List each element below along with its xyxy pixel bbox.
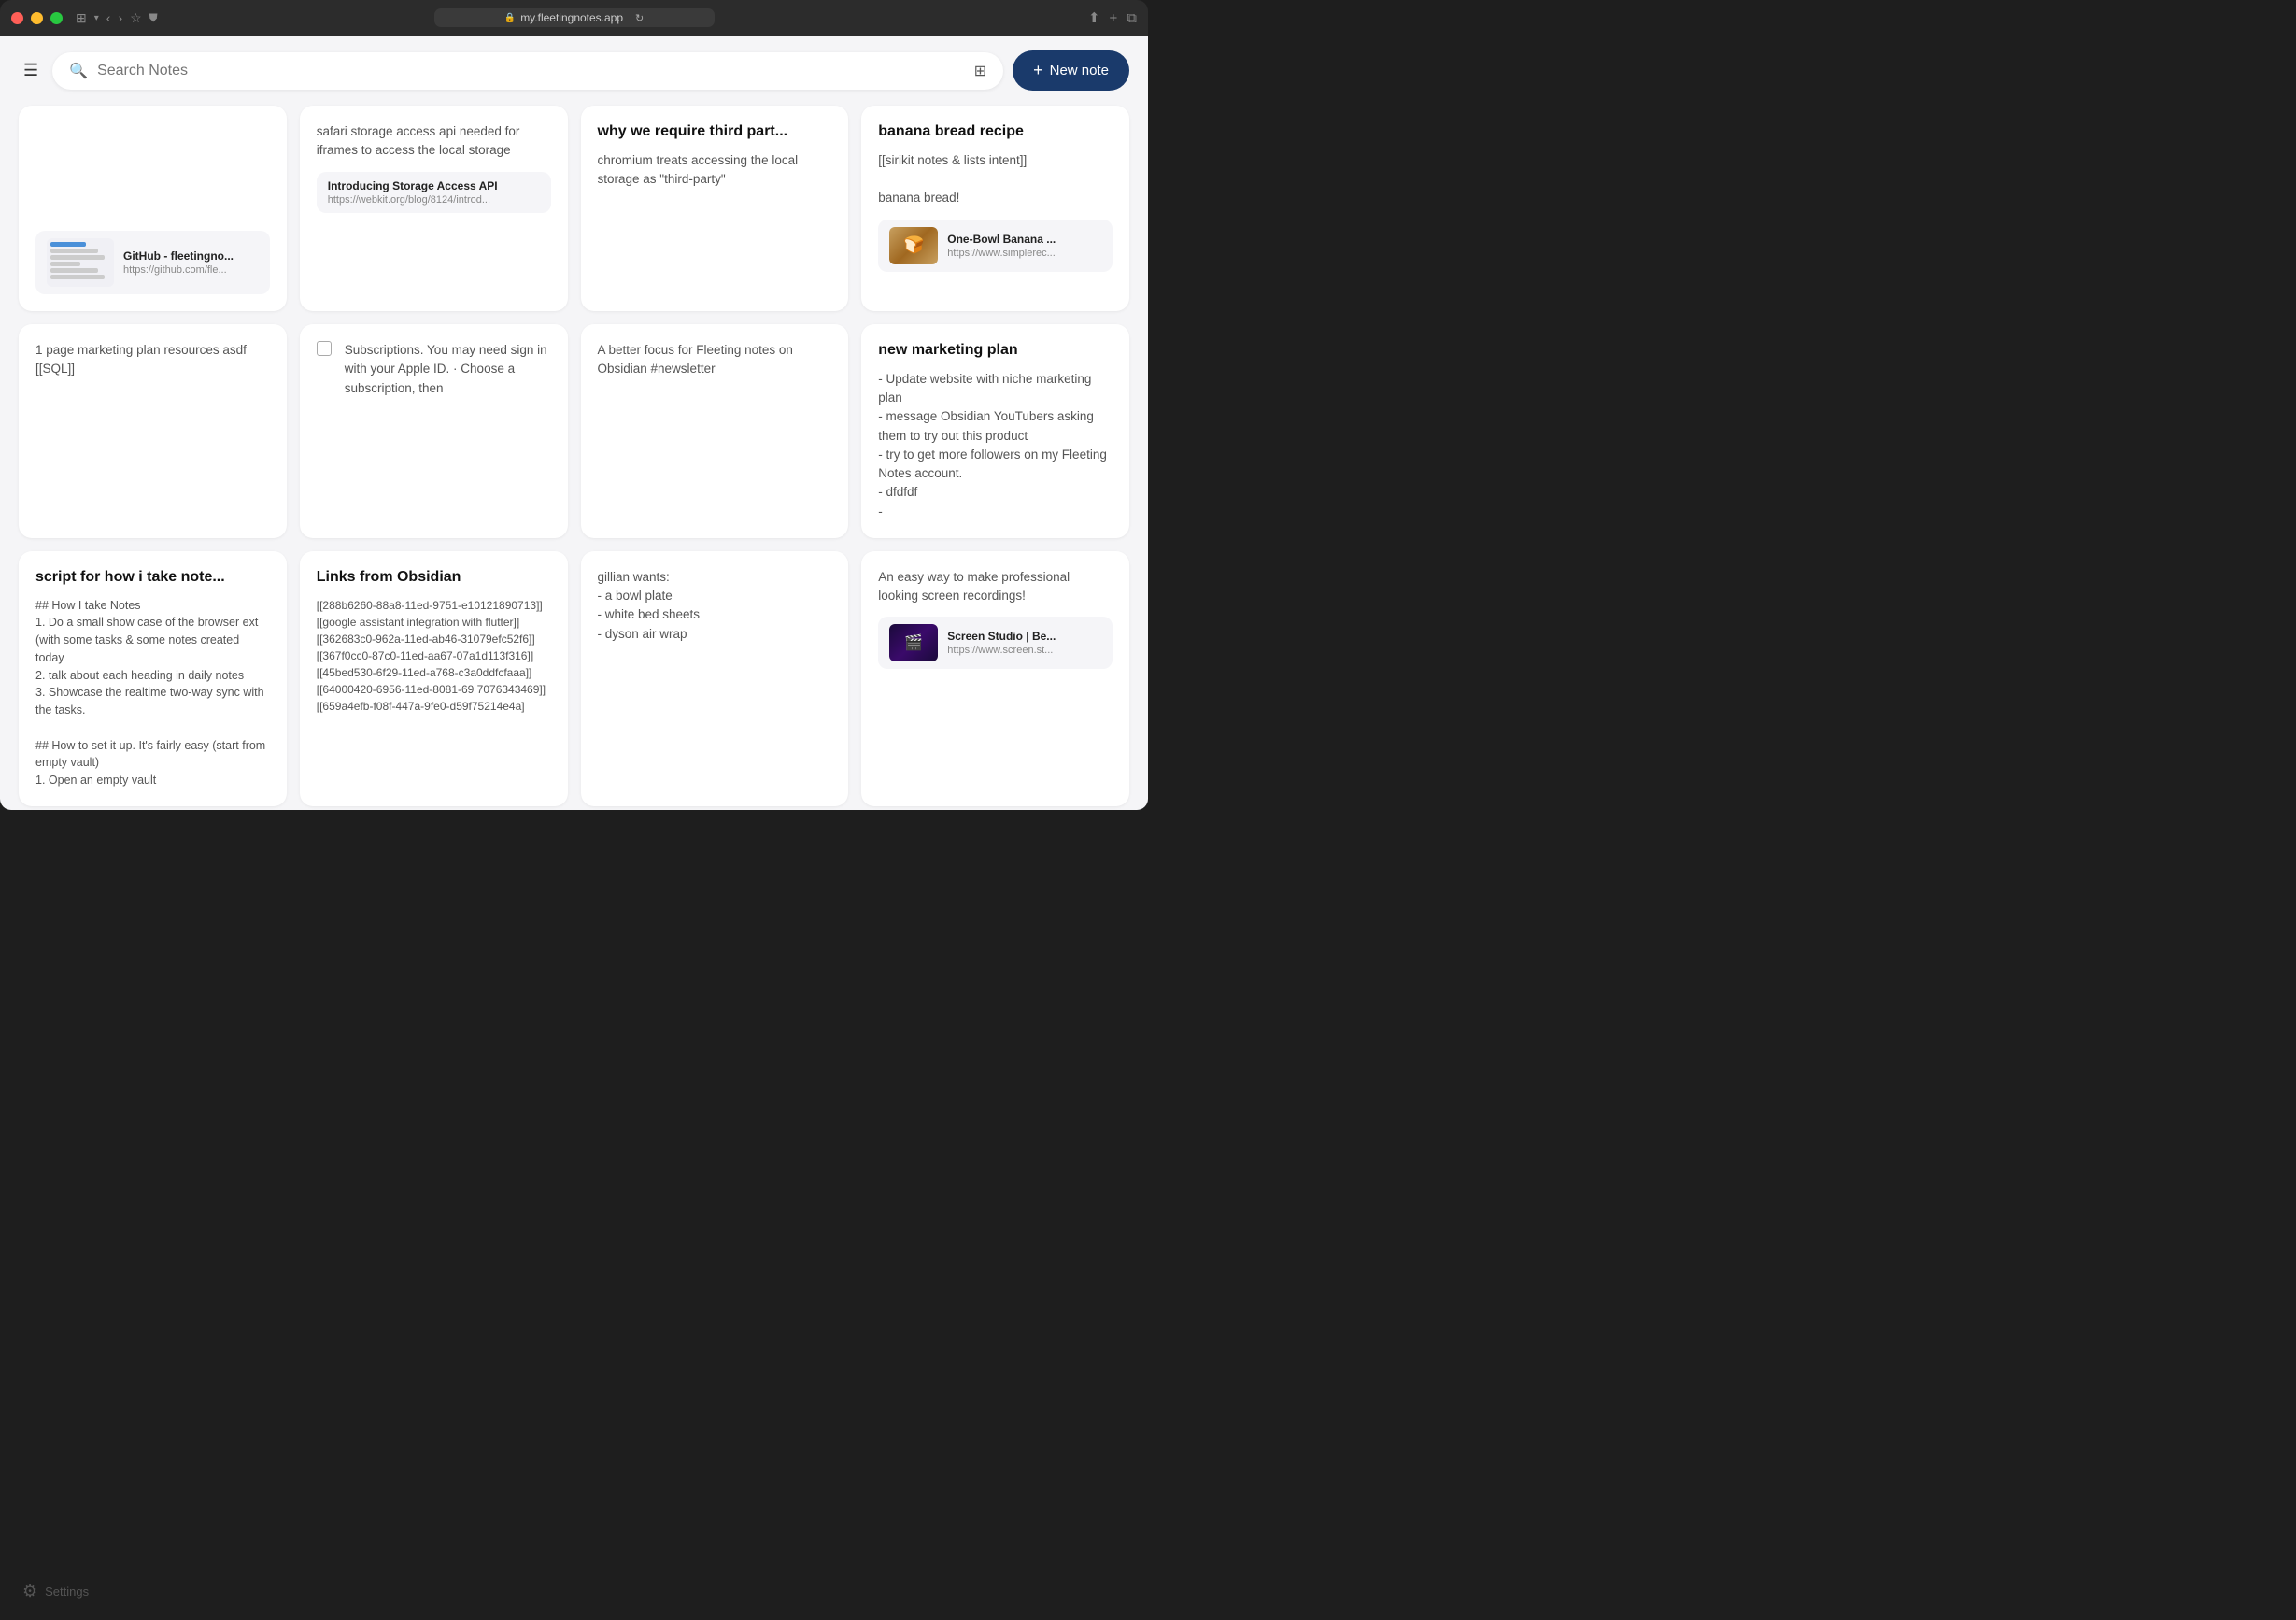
maximize-button[interactable] [50,12,63,24]
note-body: [[sirikit notes & lists intent]]banana b… [878,151,1113,208]
thumb-bar [50,255,105,260]
note-footer-text: Introducing Storage Access API https://w… [328,179,540,206]
page-thumbnail [47,238,114,287]
tabs-icon[interactable]: ⧉ [1127,10,1137,26]
bread-thumbnail: 🍞 [889,227,938,264]
titlebar-controls: ⊞ ▾ ‹ › ☆ ⛊ [76,10,158,26]
sidebar-toggle-icon[interactable]: ⊞ [76,10,87,26]
checkbox-icon[interactable] [317,341,332,356]
note-card[interactable]: 1 page marketing plan resources asdf [[S… [19,324,287,538]
titlebar: ⊞ ▾ ‹ › ☆ ⛊ 🔒 my.fleetingnotes.app ↻ ⬆ +… [0,0,1148,36]
note-footer-title: GitHub - fleetingno... [123,249,259,263]
note-body: 1 page marketing plan resources asdf [[S… [35,341,270,379]
note-footer-title: One-Bowl Banana ... [947,233,1101,246]
note-card[interactable]: banana bread recipe [[sirikit notes & li… [861,106,1129,311]
note-body: Subscriptions. You may need sign in with… [345,341,551,398]
app-content: ☰ 🔍 ⊞ + New note [0,36,1148,810]
note-body: ## How I take Notes 1. Do a small show c… [35,597,270,789]
note-link-footer: Introducing Storage Access API https://w… [317,172,551,213]
note-card[interactable]: safari storage access api needed for ifr… [300,106,568,311]
note-body: [[288b6260-88a8-11ed-9751-e10121890713]]… [317,597,551,715]
topbar: ☰ 🔍 ⊞ + New note [0,36,1148,100]
note-card[interactable]: new marketing plan - Update website with… [861,324,1129,538]
thumb-bar [50,268,98,273]
note-title: script for how i take note... [35,568,270,588]
note-footer-url: https://www.simplerec... [947,248,1101,259]
note-card[interactable]: A better focus for Fleeting notes on Obs… [581,324,849,538]
note-link-footer: GitHub - fleetingno... https://github.co… [35,231,270,294]
back-icon[interactable]: ‹ [106,10,111,25]
chevron-down-icon[interactable]: ▾ [94,13,99,23]
note-card[interactable]: Subscriptions. You may need sign in with… [300,324,568,538]
forward-icon[interactable]: › [118,10,122,25]
note-card[interactable]: Links from Obsidian [[288b6260-88a8-11ed… [300,551,568,806]
note-card[interactable]: GitHub - fleetingno... https://github.co… [19,106,287,311]
url-bar[interactable]: 🔒 my.fleetingnotes.app ↻ [434,8,715,27]
note-footer-text: One-Bowl Banana ... https://www.simplere… [947,233,1101,259]
note-body: A better focus for Fleeting notes on Obs… [598,341,832,379]
note-title: new marketing plan [878,341,1113,361]
search-icon: 🔍 [69,62,88,80]
share-icon[interactable]: ⬆ [1088,9,1100,26]
thumb-bar [50,262,80,266]
search-bar: 🔍 ⊞ [52,52,1003,90]
screen-studio-thumbnail: 🎬 [889,624,938,661]
note-footer-url: https://www.screen.st... [947,645,1101,656]
note-body-row: Subscriptions. You may need sign in with… [317,341,551,398]
url-text: my.fleetingnotes.app [520,11,623,24]
new-note-button[interactable]: + New note [1013,50,1129,91]
note-footer-text: GitHub - fleetingno... https://github.co… [123,249,259,276]
note-card[interactable]: gillian wants: - a bowl plate - white be… [581,551,849,806]
note-title: Links from Obsidian [317,568,551,588]
note-link-footer: 🎬 Screen Studio | Be... https://www.scre… [878,617,1113,669]
thumb-bar [50,249,98,253]
titlebar-right-controls: ⬆ + ⧉ [1088,9,1137,26]
plus-icon: + [1033,61,1043,80]
note-body: - Update website with niche marketing pl… [878,370,1113,521]
note-link-footer: 🍞 One-Bowl Banana ... https://www.simple… [878,220,1113,272]
note-footer-url: https://webkit.org/blog/8124/introd... [328,194,540,206]
thumb-bar [50,242,86,247]
note-body: gillian wants: - a bowl plate - white be… [598,568,832,644]
note-card[interactable]: script for how i take note... ## How I t… [19,551,287,806]
note-footer-title: Screen Studio | Be... [947,630,1101,643]
settings-icon: ⚙ [22,1582,37,1601]
close-button[interactable] [11,12,23,24]
new-tab-icon[interactable]: + [1110,10,1118,26]
notes-grid: GitHub - fleetingno... https://github.co… [0,100,1148,810]
lock-icon: 🔒 [504,13,516,23]
note-card[interactable]: An easy way to make professional looking… [861,551,1129,806]
note-title: banana bread recipe [878,122,1113,142]
note-footer-title: Introducing Storage Access API [328,179,540,192]
note-footer-text: Screen Studio | Be... https://www.screen… [947,630,1101,656]
minimize-button[interactable] [31,12,43,24]
note-body: chromium treats accessing the local stor… [598,151,832,190]
search-input[interactable] [97,63,965,79]
menu-icon[interactable]: ☰ [19,56,43,85]
settings-label: Settings [45,1584,89,1599]
filter-icon[interactable]: ⊞ [974,62,986,80]
note-body: An easy way to make professional looking… [878,568,1113,606]
note-body: safari storage access api needed for ifr… [317,122,551,161]
traffic-lights [11,12,63,24]
shield-icon[interactable]: ⛊ [149,11,158,25]
reload-icon[interactable]: ↻ [635,12,644,24]
thumb-bar [50,275,105,279]
note-footer-url: https://github.com/fle... [123,264,259,276]
settings-item[interactable]: ⚙ Settings [22,1582,89,1601]
note-title: why we require third part... [598,122,832,142]
bookmark-icon[interactable]: ☆ [130,10,142,26]
note-card[interactable]: why we require third part... chromium tr… [581,106,849,311]
new-note-label: New note [1050,63,1109,78]
